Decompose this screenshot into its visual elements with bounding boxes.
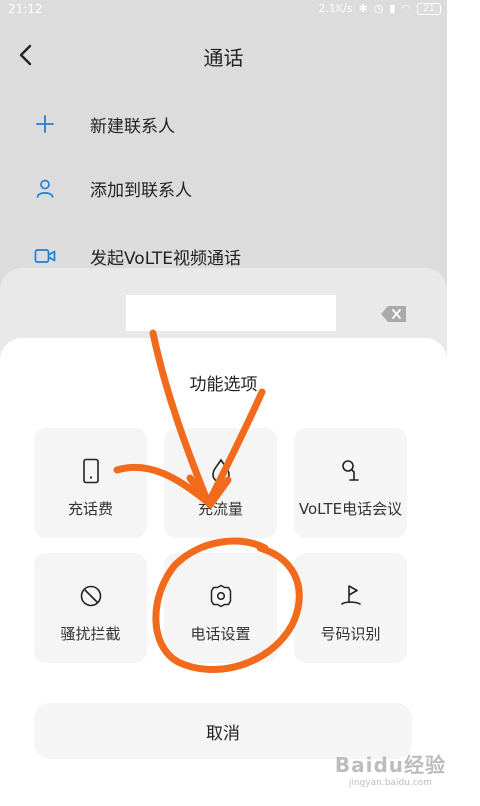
battery-icon: 21 xyxy=(417,2,441,15)
backspace-icon[interactable] xyxy=(379,304,409,324)
watermark-url: jingyan.baidu.com xyxy=(348,778,432,788)
menu-item-add-to-contact[interactable]: 添加到联系人 xyxy=(0,168,447,208)
bluetooth-icon: ✱ xyxy=(358,2,368,15)
gear-icon xyxy=(164,583,277,609)
menu-item-new-contact[interactable]: 新建联系人 xyxy=(0,104,447,144)
signal-icon: ▮ xyxy=(389,2,396,15)
plus-icon xyxy=(34,113,56,135)
tile-label: 充话费 xyxy=(67,500,113,518)
tile-recharge-credit[interactable]: 充话费 xyxy=(34,428,147,538)
person-icon xyxy=(34,177,56,199)
phone-device-icon xyxy=(34,458,147,484)
video-camera-icon xyxy=(34,245,56,267)
menu-label: 发起VoLTE视频通话 xyxy=(90,248,241,269)
status-bar: 21:12 2.1K/s ✱ ◷ ▮ ◠ 21 xyxy=(0,0,447,20)
baidu-watermark: Baidu经验 jingyan.baidu.com xyxy=(335,749,446,788)
tile-call-settings[interactable]: 电话设置 xyxy=(164,553,277,663)
conference-icon xyxy=(294,458,407,484)
tile-label: VoLTE电话会议 xyxy=(298,500,403,518)
phone-screen: 21:12 2.1K/s ✱ ◷ ▮ ◠ 21 通话 新建联系人 添加到联系人 xyxy=(0,0,447,806)
tile-label: 骚扰拦截 xyxy=(60,625,121,643)
tile-recharge-data[interactable]: 充流量 xyxy=(164,428,277,538)
flag-icon xyxy=(294,583,407,609)
menu-label: 添加到联系人 xyxy=(90,180,192,201)
status-right: 2.1K/s ✱ ◷ ▮ ◠ 21 xyxy=(318,2,441,15)
page-title: 通话 xyxy=(203,46,244,70)
tile-volte-conference[interactable]: VoLTE电话会议 xyxy=(294,428,407,538)
tile-label: 充流量 xyxy=(197,500,243,518)
alarm-icon: ◷ xyxy=(373,2,384,15)
droplet-icon xyxy=(164,458,277,484)
wifi-icon: ◠ xyxy=(401,2,411,15)
tile-number-recognition[interactable]: 号码识别 xyxy=(294,553,407,663)
header: 通话 xyxy=(0,30,447,80)
tile-harassment-block[interactable]: 骚扰拦截 xyxy=(34,553,147,663)
function-options-sheet: 功能选项 充话费 充流量 VoLTE电话会议 骚扰拦截 电话设置 号码识别 取消 xyxy=(0,338,447,806)
network-speed: 2.1K/s xyxy=(318,2,353,15)
block-icon xyxy=(34,583,147,609)
dial-number-input[interactable] xyxy=(126,295,336,331)
sheet-title: 功能选项 xyxy=(189,375,258,395)
tile-label: 号码识别 xyxy=(320,625,381,643)
watermark-brand: Baidu经验 xyxy=(334,753,446,777)
menu-label: 新建联系人 xyxy=(90,116,175,137)
status-time: 21:12 xyxy=(8,2,43,16)
tile-label: 电话设置 xyxy=(190,625,251,643)
